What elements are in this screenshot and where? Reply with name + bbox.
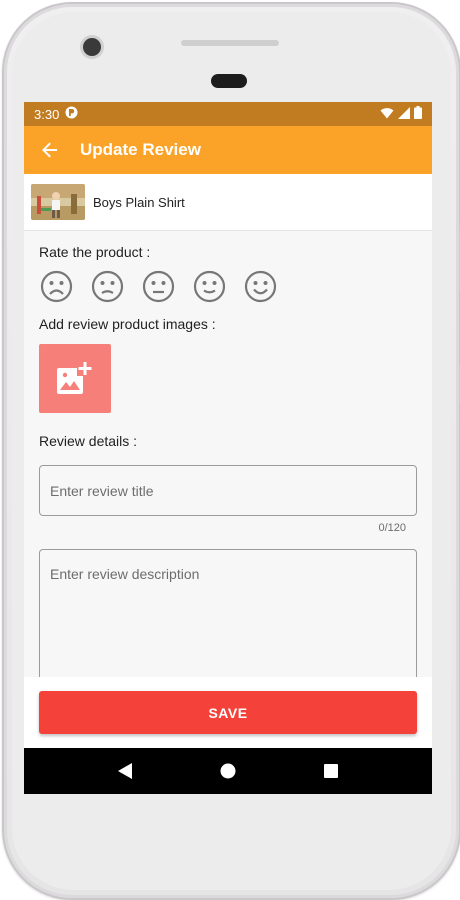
review-description-input[interactable]: Enter review description	[39, 549, 417, 679]
nav-home-icon[interactable]	[217, 760, 239, 782]
review-details-label: Review details :	[39, 433, 138, 449]
neutral-face-icon[interactable]	[142, 270, 175, 303]
sad-face-icon[interactable]	[91, 270, 124, 303]
product-row: Boys Plain Shirt	[24, 174, 432, 231]
battery-icon	[414, 106, 422, 122]
front-camera	[80, 35, 104, 59]
add-images-label: Add review product images :	[39, 316, 216, 332]
bottom-action-bar: SAVE	[24, 677, 432, 749]
earpiece	[211, 74, 247, 88]
add-photo-icon	[57, 360, 93, 398]
product-thumbnail	[31, 184, 85, 220]
add-image-button[interactable]	[39, 344, 111, 413]
rating-faces	[40, 270, 277, 303]
save-button[interactable]: SAVE	[39, 691, 417, 734]
system-nav-bar	[24, 748, 432, 794]
app-bar: Update Review	[24, 126, 432, 174]
very-happy-face-icon[interactable]	[244, 270, 277, 303]
page-title: Update Review	[80, 140, 201, 159]
review-title-input[interactable]: Enter review title	[39, 465, 417, 516]
status-icons	[380, 106, 422, 122]
speaker-grille	[181, 40, 279, 46]
rate-product-label: Rate the product :	[39, 244, 151, 260]
happy-face-icon[interactable]	[193, 270, 226, 303]
status-time: 3:30	[34, 106, 60, 122]
nav-back-icon[interactable]	[114, 760, 136, 782]
signal-icon	[398, 106, 410, 122]
screen: 3:30 Update Review Boys Plain Shirt Rate…	[24, 102, 432, 794]
title-character-counter: 0/120	[378, 522, 406, 534]
wifi-icon	[380, 107, 394, 122]
app-notification-icon	[65, 106, 78, 122]
product-name: Boys Plain Shirt	[93, 194, 185, 210]
arrow-back-icon[interactable]	[38, 138, 62, 162]
status-bar: 3:30	[24, 102, 432, 126]
nav-recents-icon[interactable]	[320, 760, 342, 782]
review-title-placeholder: Enter review title	[50, 482, 154, 499]
very-sad-face-icon[interactable]	[40, 270, 73, 303]
review-description-placeholder: Enter review description	[50, 566, 200, 582]
